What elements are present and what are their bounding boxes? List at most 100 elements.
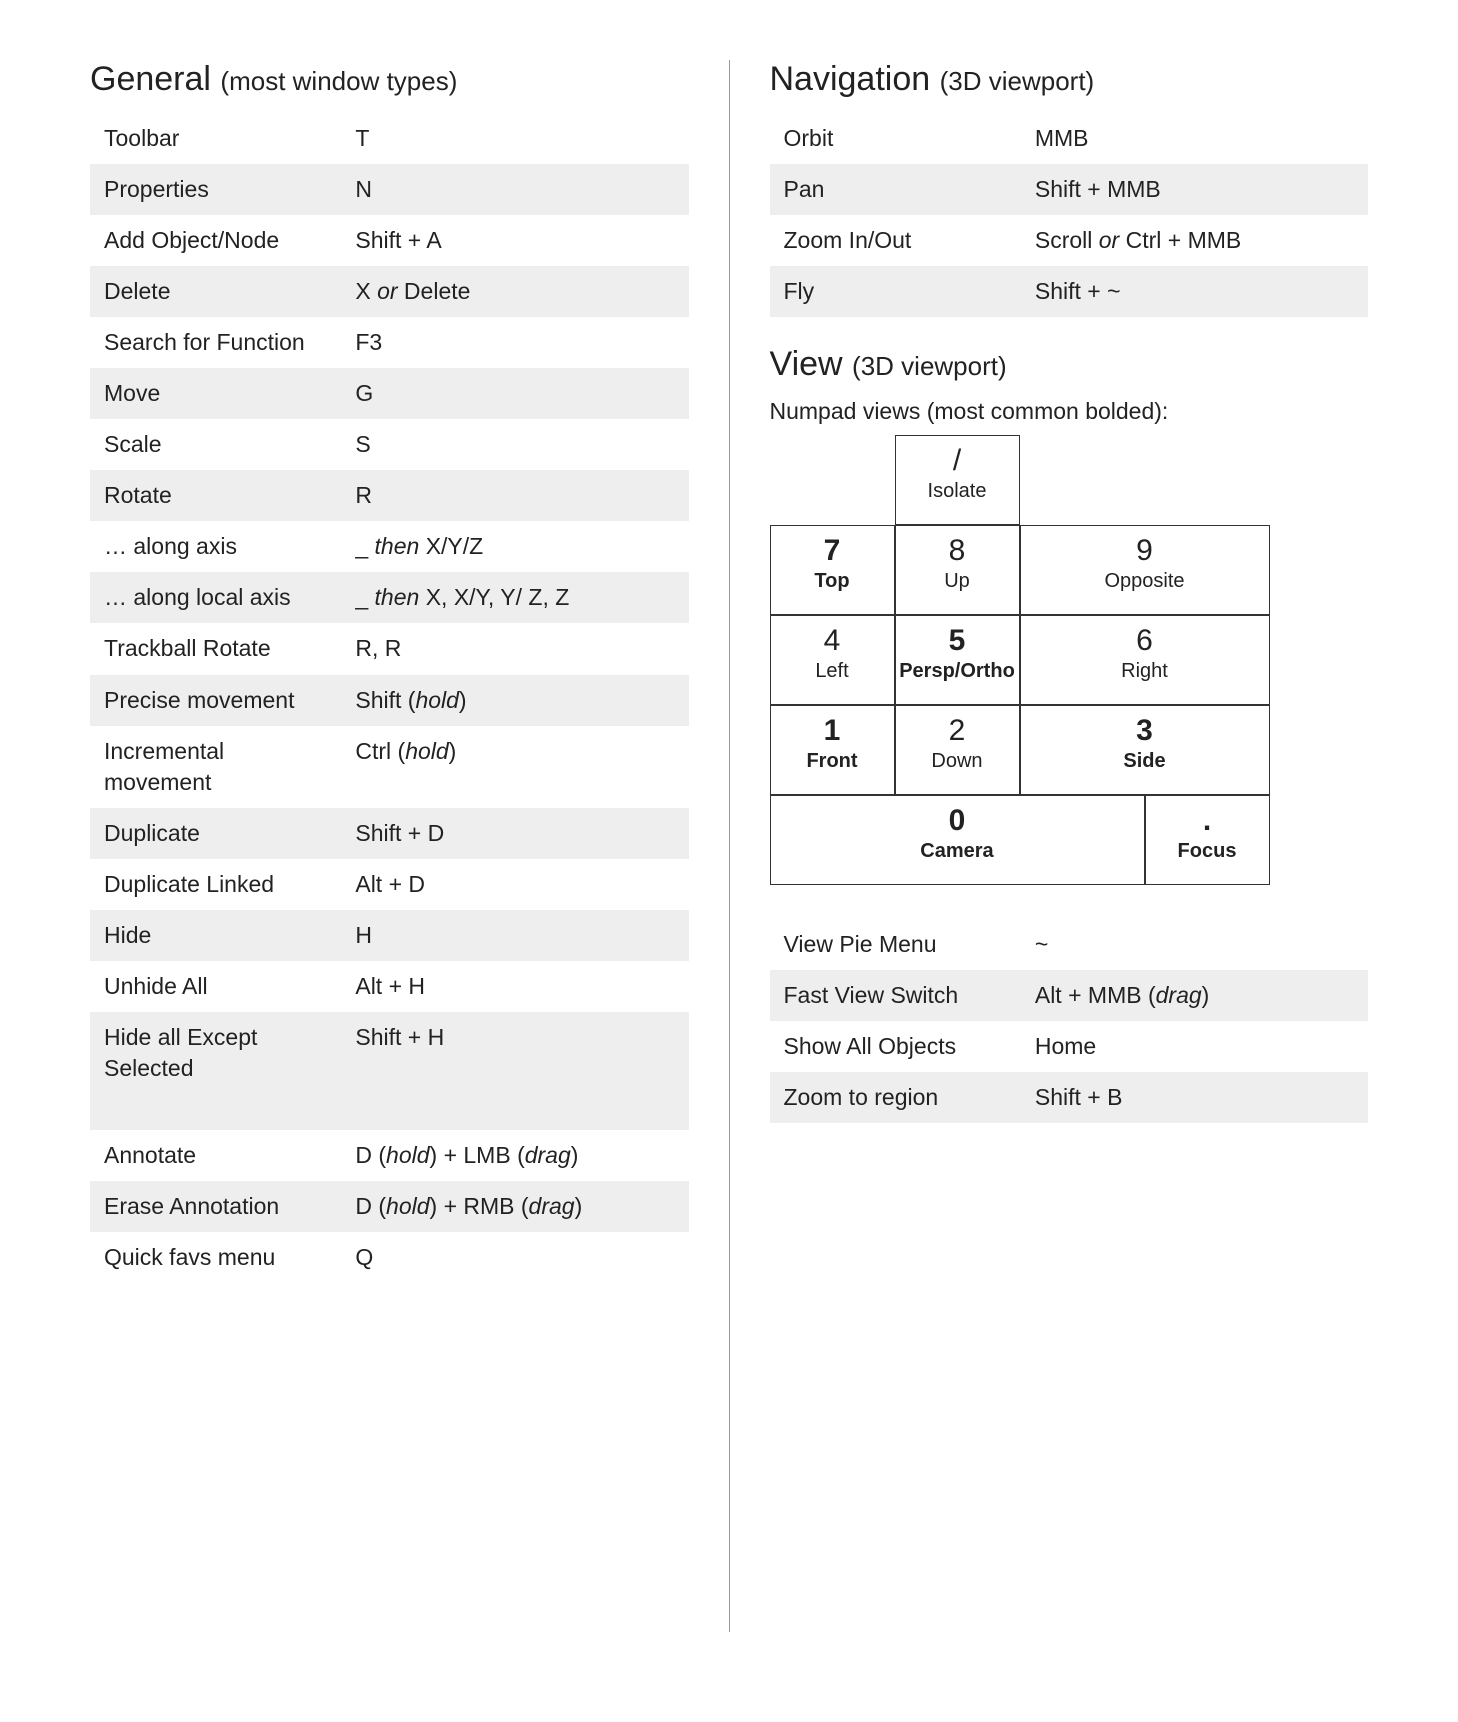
table-row: … along axis_ then X/Y/Z: [90, 521, 689, 572]
numpad-key: 8: [896, 536, 1019, 566]
table-row: Zoom In/OutScroll or Ctrl + MMB: [770, 215, 1369, 266]
view-heading: View (3D viewport): [770, 345, 1369, 384]
table-row: Add Object/NodeShift + A: [90, 215, 689, 266]
view-table: View Pie Menu~Fast View SwitchAlt + MMB …: [770, 919, 1369, 1123]
numpad-caption: Numpad views (most common bolded):: [770, 398, 1369, 425]
shortcut-key: Shift + MMB: [1021, 164, 1368, 215]
shortcut-key: S: [341, 419, 688, 470]
shortcut-label: Show All Objects: [770, 1021, 1021, 1072]
table-row: OrbitMMB: [770, 113, 1369, 164]
shortcut-label: Hide: [90, 910, 341, 961]
table-row: Incremental movementCtrl (hold): [90, 726, 689, 808]
general-heading-sub: (most window types): [220, 66, 457, 96]
table-row: ScaleS: [90, 419, 689, 470]
table-row: DuplicateShift + D: [90, 808, 689, 859]
shortcut-label: Move: [90, 368, 341, 419]
numpad-slash: /Isolate: [895, 435, 1020, 525]
shortcut-key: ~: [1021, 919, 1368, 970]
shortcut-label: Duplicate Linked: [90, 859, 341, 910]
numpad-label: Right: [1021, 660, 1269, 683]
shortcut-key: T: [341, 113, 688, 164]
shortcut-key: R, R: [341, 623, 688, 674]
general-heading-main: General: [90, 60, 211, 98]
shortcut-key: G: [341, 368, 688, 419]
numpad-9: 9 Opposite: [1020, 525, 1270, 615]
shortcut-label: Rotate: [90, 470, 341, 521]
numpad-label: Persp/Ortho: [896, 660, 1019, 683]
numpad-label: Camera: [771, 840, 1144, 863]
table-row: RotateR: [90, 470, 689, 521]
numpad-5: 5 Persp/Ortho: [895, 615, 1020, 705]
shortcut-label: View Pie Menu: [770, 919, 1021, 970]
table-row: Precise movementShift (hold): [90, 675, 689, 726]
shortcut-label: Unhide All: [90, 961, 341, 1012]
shortcut-key: Scroll or Ctrl + MMB: [1021, 215, 1368, 266]
table-row: Duplicate LinkedAlt + D: [90, 859, 689, 910]
navigation-heading-main: Navigation: [770, 60, 931, 98]
shortcut-label: Erase Annotation: [90, 1181, 341, 1232]
shortcut-label: Quick favs menu: [90, 1232, 341, 1283]
shortcut-label: … along local axis: [90, 572, 341, 623]
numpad-4: 4 Left: [770, 615, 895, 705]
numpad-label: Front: [771, 750, 894, 773]
navigation-heading-sub: (3D viewport): [940, 66, 1095, 96]
numpad-6: 6Right: [1020, 615, 1270, 705]
numpad-label: Focus: [1146, 840, 1269, 863]
table-row: Unhide AllAlt + H: [90, 961, 689, 1012]
numpad-key: 2: [896, 716, 1019, 746]
numpad-dot: .Focus: [1145, 795, 1270, 885]
numpad-key: 0: [771, 806, 1144, 836]
shortcut-key: Home: [1021, 1021, 1368, 1072]
table-row: ToolbarT: [90, 113, 689, 164]
numpad-label: Opposite: [1021, 570, 1269, 593]
numpad-1: 1 Front: [770, 705, 895, 795]
numpad-key: 3: [1021, 716, 1269, 746]
shortcut-label: Toolbar: [90, 113, 341, 164]
shortcut-label: Properties: [90, 164, 341, 215]
shortcut-key: Shift + ~: [1021, 266, 1368, 317]
shortcut-label: … along axis: [90, 521, 341, 572]
numpad-2: 2Down: [895, 705, 1020, 795]
shortcut-label: Add Object/Node: [90, 215, 341, 266]
shortcut-label: Delete: [90, 266, 341, 317]
numpad-key: 9: [1021, 536, 1269, 566]
numpad-spacer: [1145, 435, 1270, 525]
shortcut-key: Shift + H: [341, 1012, 688, 1130]
shortcut-label: Incremental movement: [90, 726, 341, 808]
shortcut-key: _ then X/Y/Z: [341, 521, 688, 572]
table-row: MoveG: [90, 368, 689, 419]
table-row: Quick favs menuQ: [90, 1232, 689, 1283]
table-row: DeleteX or Delete: [90, 266, 689, 317]
shortcut-key: Q: [341, 1232, 688, 1283]
table-row: Erase AnnotationD (hold) + RMB (drag): [90, 1181, 689, 1232]
table-row: Search for FunctionF3: [90, 317, 689, 368]
numpad-spacer: [1020, 435, 1145, 525]
table-row: PropertiesN: [90, 164, 689, 215]
view-heading-main: View: [770, 345, 843, 383]
table-row: HideH: [90, 910, 689, 961]
shortcut-label: Search for Function: [90, 317, 341, 368]
numpad-label: Left: [771, 660, 894, 683]
numpad-label: Up: [896, 570, 1019, 593]
table-row: Trackball RotateR, R: [90, 623, 689, 674]
numpad-8: 8 Up: [895, 525, 1020, 615]
shortcut-key: Alt + H: [341, 961, 688, 1012]
shortcut-key: X or Delete: [341, 266, 688, 317]
shortcut-label: Hide all Except Selected: [90, 1012, 341, 1130]
table-row: Show All ObjectsHome: [770, 1021, 1369, 1072]
numpad-key: 7: [771, 536, 894, 566]
numpad-key: 4: [771, 626, 894, 656]
numpad-key: /: [896, 446, 1019, 476]
numpad-key: 1: [771, 716, 894, 746]
shortcut-label: Trackball Rotate: [90, 623, 341, 674]
shortcut-label: Precise movement: [90, 675, 341, 726]
shortcut-key: Alt + MMB (drag): [1021, 970, 1368, 1021]
table-row: Fast View SwitchAlt + MMB (drag): [770, 970, 1369, 1021]
numpad-0: 0 Camera: [770, 795, 1145, 885]
numpad-key: 5: [896, 626, 1019, 656]
table-row: … along local axis_ then X, X/Y, Y/ Z, Z: [90, 572, 689, 623]
shortcut-label: Pan: [770, 164, 1021, 215]
shortcut-label: Orbit: [770, 113, 1021, 164]
column-left: General (most window types) ToolbarTProp…: [90, 60, 730, 1632]
shortcut-label: Zoom In/Out: [770, 215, 1021, 266]
